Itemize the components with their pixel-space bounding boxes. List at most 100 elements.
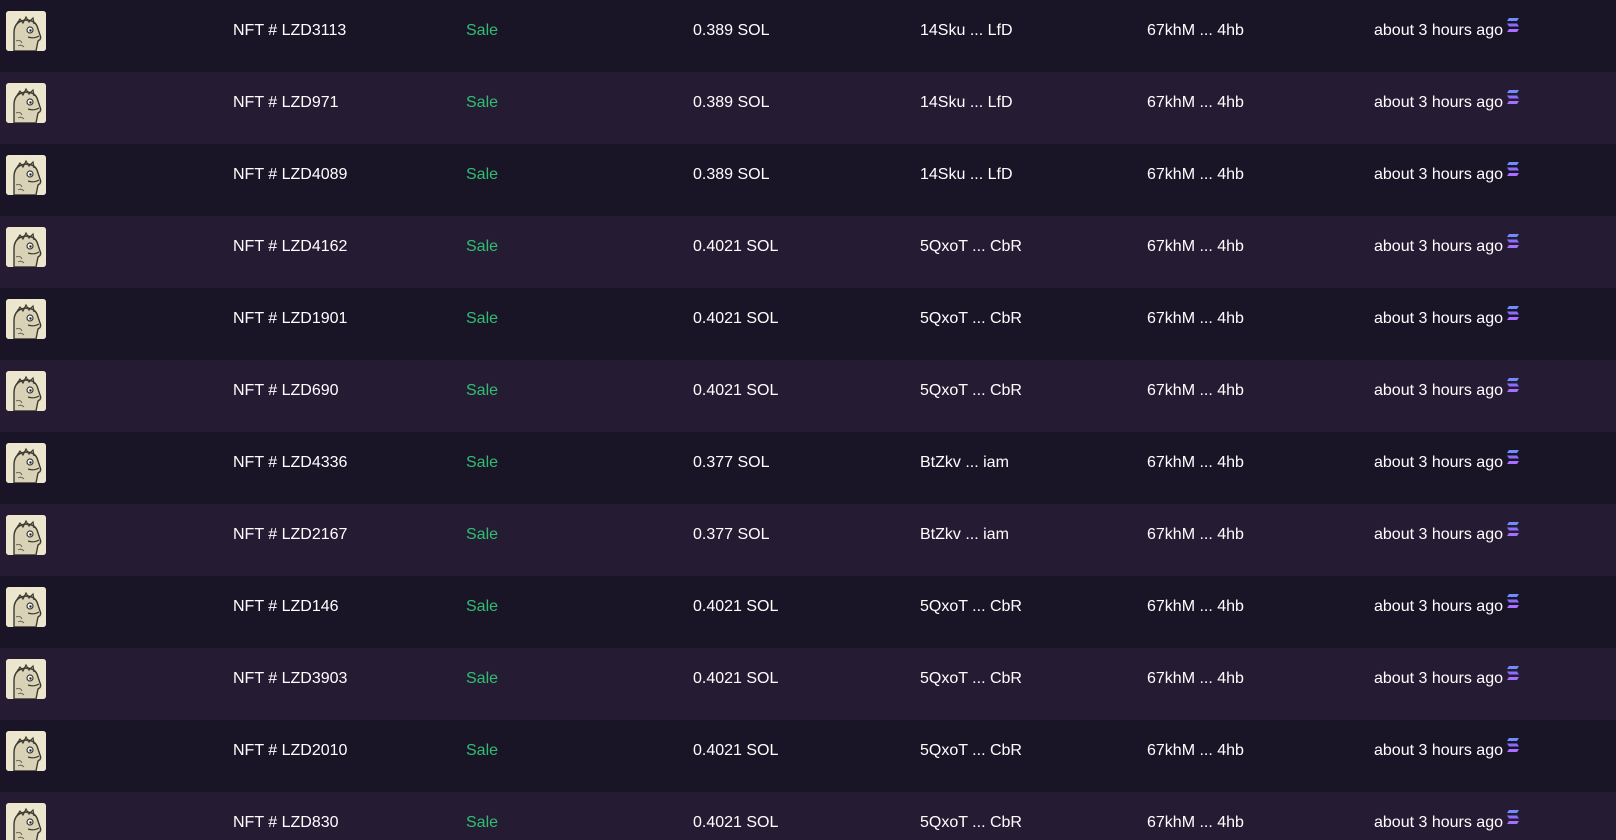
nft-name[interactable]: NFT # LZD3113: [233, 0, 346, 62]
nft-name[interactable]: NFT # LZD971: [233, 72, 339, 134]
timestamp: about 3 hours ago: [1374, 504, 1520, 566]
nft-thumbnail-icon[interactable]: [6, 587, 46, 627]
solana-icon[interactable]: [1506, 790, 1520, 840]
solana-icon[interactable]: [1506, 0, 1520, 60]
transaction-type: Sale: [466, 598, 499, 615]
nft-thumbnail-icon[interactable]: [6, 803, 46, 840]
transaction-type: Sale: [466, 670, 499, 687]
price: 0.389 SOL: [693, 166, 770, 183]
table-row[interactable]: NFT # LZD971 Sale 0.389 SOL 14Sku ... Lf…: [0, 72, 1616, 144]
solana-icon[interactable]: [1506, 502, 1520, 564]
nft-thumbnail-icon[interactable]: [6, 515, 46, 555]
nft-name[interactable]: NFT # LZD146: [233, 576, 339, 638]
solana-icon[interactable]: [1506, 574, 1520, 636]
nft-thumbnail-icon[interactable]: [6, 227, 46, 267]
solana-icon[interactable]: [1506, 70, 1520, 132]
seller-address[interactable]: 67khM ... 4hb: [1147, 360, 1244, 422]
solana-icon[interactable]: [1506, 358, 1520, 420]
buyer-address[interactable]: 5QxoT ... CbR: [920, 792, 1022, 840]
table-row[interactable]: NFT # LZD4162 Sale 0.4021 SOL 5QxoT ... …: [0, 216, 1616, 288]
transaction-type: Sale: [466, 22, 499, 39]
timestamp: about 3 hours ago: [1374, 216, 1520, 278]
solana-icon[interactable]: [1506, 430, 1520, 492]
buyer-address[interactable]: 14Sku ... LfD: [920, 144, 1013, 206]
buyer-address[interactable]: BtZkv ... iam: [920, 504, 1009, 566]
price: 0.4021 SOL: [693, 670, 779, 687]
timestamp: about 3 hours ago: [1374, 432, 1520, 494]
transaction-type: Sale: [466, 742, 499, 759]
table-row[interactable]: NFT # LZD3113 Sale 0.389 SOL 14Sku ... L…: [0, 0, 1616, 72]
timestamp: about 3 hours ago: [1374, 576, 1520, 638]
transaction-type: Sale: [466, 166, 499, 183]
timestamp: about 3 hours ago: [1374, 0, 1520, 62]
table-row[interactable]: NFT # LZD690 Sale 0.4021 SOL 5QxoT ... C…: [0, 360, 1616, 432]
seller-address[interactable]: 67khM ... 4hb: [1147, 648, 1244, 710]
seller-address[interactable]: 67khM ... 4hb: [1147, 432, 1244, 494]
buyer-address[interactable]: 5QxoT ... CbR: [920, 216, 1022, 278]
nft-thumbnail-icon[interactable]: [6, 83, 46, 123]
timestamp-text: about 3 hours ago: [1374, 670, 1503, 687]
price: 0.4021 SOL: [693, 598, 779, 615]
timestamp-text: about 3 hours ago: [1374, 166, 1503, 183]
nft-name[interactable]: NFT # LZD4089: [233, 144, 347, 206]
table-row[interactable]: NFT # LZD4089 Sale 0.389 SOL 14Sku ... L…: [0, 144, 1616, 216]
seller-address[interactable]: 67khM ... 4hb: [1147, 0, 1244, 62]
transaction-type: Sale: [466, 94, 499, 111]
nft-thumbnail-icon[interactable]: [6, 299, 46, 339]
seller-address[interactable]: 67khM ... 4hb: [1147, 144, 1244, 206]
buyer-address[interactable]: 14Sku ... LfD: [920, 0, 1013, 62]
nft-name[interactable]: NFT # LZD4162: [233, 216, 347, 278]
solana-icon[interactable]: [1506, 214, 1520, 276]
solana-icon[interactable]: [1506, 286, 1520, 348]
timestamp: about 3 hours ago: [1374, 72, 1520, 134]
solana-icon[interactable]: [1506, 718, 1520, 780]
seller-address[interactable]: 67khM ... 4hb: [1147, 576, 1244, 638]
nft-thumbnail-icon[interactable]: [6, 731, 46, 771]
seller-address[interactable]: 67khM ... 4hb: [1147, 288, 1244, 350]
nft-name[interactable]: NFT # LZD4336: [233, 432, 347, 494]
timestamp-text: about 3 hours ago: [1374, 94, 1503, 111]
price: 0.377 SOL: [693, 454, 770, 471]
timestamp-text: about 3 hours ago: [1374, 238, 1503, 255]
activity-table: NFT # LZD3113 Sale 0.389 SOL 14Sku ... L…: [0, 0, 1616, 840]
buyer-address[interactable]: 5QxoT ... CbR: [920, 360, 1022, 422]
nft-name[interactable]: NFT # LZD2010: [233, 720, 347, 782]
table-row[interactable]: NFT # LZD1901 Sale 0.4021 SOL 5QxoT ... …: [0, 288, 1616, 360]
table-row[interactable]: NFT # LZD3903 Sale 0.4021 SOL 5QxoT ... …: [0, 648, 1616, 720]
nft-name[interactable]: NFT # LZD2167: [233, 504, 347, 566]
price: 0.4021 SOL: [693, 382, 779, 399]
buyer-address[interactable]: 5QxoT ... CbR: [920, 288, 1022, 350]
nft-name[interactable]: NFT # LZD3903: [233, 648, 347, 710]
seller-address[interactable]: 67khM ... 4hb: [1147, 504, 1244, 566]
table-row[interactable]: NFT # LZD2167 Sale 0.377 SOL BtZkv ... i…: [0, 504, 1616, 576]
solana-icon[interactable]: [1506, 142, 1520, 204]
nft-thumbnail-icon[interactable]: [6, 155, 46, 195]
nft-name[interactable]: NFT # LZD1901: [233, 288, 347, 350]
table-row[interactable]: NFT # LZD2010 Sale 0.4021 SOL 5QxoT ... …: [0, 720, 1616, 792]
buyer-address[interactable]: 5QxoT ... CbR: [920, 576, 1022, 638]
nft-thumbnail-icon[interactable]: [6, 11, 46, 51]
buyer-address[interactable]: BtZkv ... iam: [920, 432, 1009, 494]
seller-address[interactable]: 67khM ... 4hb: [1147, 792, 1244, 840]
seller-address[interactable]: 67khM ... 4hb: [1147, 72, 1244, 134]
table-row[interactable]: NFT # LZD4336 Sale 0.377 SOL BtZkv ... i…: [0, 432, 1616, 504]
nft-name[interactable]: NFT # LZD690: [233, 360, 339, 422]
nft-thumbnail-icon[interactable]: [6, 371, 46, 411]
table-row[interactable]: NFT # LZD830 Sale 0.4021 SOL 5QxoT ... C…: [0, 792, 1616, 840]
timestamp: about 3 hours ago: [1374, 720, 1520, 782]
seller-address[interactable]: 67khM ... 4hb: [1147, 216, 1244, 278]
seller-address[interactable]: 67khM ... 4hb: [1147, 720, 1244, 782]
timestamp-text: about 3 hours ago: [1374, 382, 1503, 399]
buyer-address[interactable]: 5QxoT ... CbR: [920, 720, 1022, 782]
price: 0.4021 SOL: [693, 310, 779, 327]
nft-thumbnail-icon[interactable]: [6, 659, 46, 699]
solana-icon[interactable]: [1506, 646, 1520, 708]
buyer-address[interactable]: 5QxoT ... CbR: [920, 648, 1022, 710]
nft-thumbnail-icon[interactable]: [6, 443, 46, 483]
buyer-address[interactable]: 14Sku ... LfD: [920, 72, 1013, 134]
transaction-type: Sale: [466, 454, 499, 471]
table-row[interactable]: NFT # LZD146 Sale 0.4021 SOL 5QxoT ... C…: [0, 576, 1616, 648]
nft-name[interactable]: NFT # LZD830: [233, 792, 339, 840]
timestamp: about 3 hours ago: [1374, 360, 1520, 422]
timestamp: about 3 hours ago: [1374, 144, 1520, 206]
